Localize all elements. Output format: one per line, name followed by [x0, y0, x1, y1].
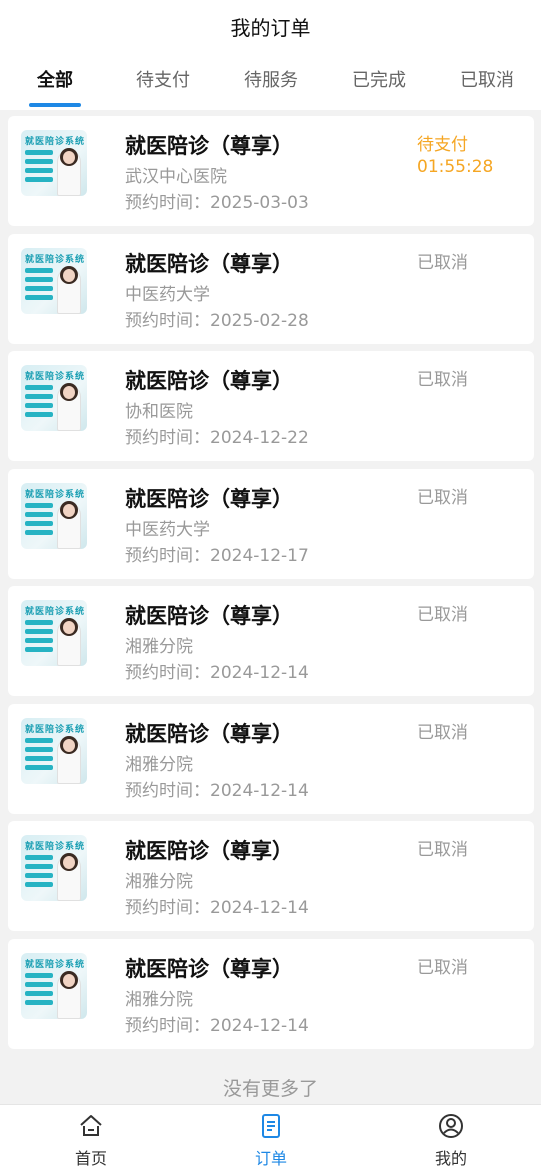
order-title: 就医陪诊（尊享） [125, 369, 293, 393]
order-appointment-time: 预约时间：2024-12-17 [125, 545, 309, 566]
order-appointment-time: 预约时间：2024-12-14 [125, 898, 309, 918]
service-thumbnail: 就医陪诊系统 [21, 482, 87, 549]
order-hospital: 湘雅分院 [125, 637, 193, 657]
tab-pending-service[interactable]: 待服务 [217, 66, 325, 92]
payment-countdown: 01:55:28 [417, 157, 494, 177]
thumbnail-caption: 就医陪诊系统 [25, 842, 86, 852]
tabbar-orders-label: 订单 [254, 1149, 287, 1168]
no-more-text: 没有更多了 [222, 1078, 318, 1100]
tab-cancelled[interactable]: 已取消 [433, 66, 541, 92]
order-status: 待支付 [417, 135, 468, 155]
service-thumbnail: 就医陪诊系统 [21, 600, 87, 666]
thumbnail-caption: 就医陪诊系统 [25, 254, 86, 265]
thumbnail-caption: 就医陪诊系统 [25, 959, 86, 970]
home-icon [80, 1115, 102, 1136]
order-title: 就医陪诊（尊享） [125, 721, 293, 746]
order-appointment-time: 预约时间：2024-12-22 [125, 428, 309, 448]
order-title: 就医陪诊（尊享） [125, 604, 293, 628]
tabbar-profile[interactable]: 我的 [391, 1105, 511, 1170]
order-status: 已取消 [417, 840, 468, 860]
order-title: 就医陪诊（尊享） [125, 251, 293, 276]
order-hospital: 协和医院 [125, 402, 193, 422]
thumbnail-caption: 就医陪诊系统 [25, 607, 86, 617]
header: 我的订单 全部 待支付 待服务 已完成 已取消 [0, 0, 541, 110]
order-appointment-time: 预约时间：2025-02-28 [125, 310, 309, 331]
order-icon [262, 1114, 280, 1138]
order-card[interactable]: 就医陪诊系统 就医陪诊（尊享） 湘雅分院 预约时间：2024-12-14 已取消 [8, 703, 534, 814]
order-hospital: 湘雅分院 [125, 989, 193, 1010]
profile-icon [439, 1114, 463, 1138]
thumbnail-caption: 就医陪诊系统 [25, 137, 86, 147]
thumbnail-caption: 就医陪诊系统 [25, 372, 86, 382]
order-card[interactable]: 就医陪诊系统 就医陪诊（尊享） 武汉中心医院 预约时间：2025-03-03 待… [8, 116, 534, 226]
service-thumbnail: 就医陪诊系统 [21, 130, 87, 196]
order-status: 已取消 [417, 252, 468, 273]
tabbar-home-label: 首页 [74, 1149, 107, 1168]
order-card[interactable]: 就医陪诊系统 就医陪诊（尊享） 协和医院 预约时间：2024-12-22 已取消 [8, 351, 534, 461]
order-status: 已取消 [417, 957, 468, 978]
order-status: 已取消 [417, 722, 468, 743]
order-list: 就医陪诊系统 就医陪诊（尊享） 武汉中心医院 预约时间：2025-03-03 待… [8, 116, 534, 1056]
order-card[interactable]: 就医陪诊系统 就医陪诊（尊享） 中医药大学 预约时间：2024-12-17 已取… [8, 468, 534, 579]
order-hospital: 湘雅分院 [125, 754, 193, 775]
order-appointment-time: 预约时间：2024-12-14 [125, 663, 309, 683]
order-status: 已取消 [417, 605, 468, 625]
thumbnail-caption: 就医陪诊系统 [25, 489, 86, 500]
order-card[interactable]: 就医陪诊系统 就医陪诊（尊享） 中医药大学 预约时间：2025-02-28 已取… [8, 233, 534, 344]
order-card[interactable]: 就医陪诊系统 就医陪诊（尊享） 湘雅分院 预约时间：2024-12-14 已取消 [8, 821, 534, 931]
tab-completed[interactable]: 已完成 [325, 66, 433, 92]
service-thumbnail: 就医陪诊系统 [21, 365, 87, 431]
tabbar-profile-label: 我的 [434, 1149, 467, 1168]
order-card[interactable]: 就医陪诊系统 就医陪诊（尊享） 湘雅分院 预约时间：2024-12-14 已取消 [8, 586, 534, 696]
order-hospital: 武汉中心医院 [125, 167, 227, 187]
active-tab-indicator [29, 103, 81, 107]
order-title: 就医陪诊（尊享） [125, 486, 293, 511]
tab-all[interactable]: 全部 [1, 66, 109, 92]
service-thumbnail: 就医陪诊系统 [21, 717, 87, 784]
order-hospital: 中医药大学 [125, 284, 210, 305]
service-thumbnail: 就医陪诊系统 [21, 247, 87, 314]
order-title: 就医陪诊（尊享） [125, 956, 293, 981]
order-hospital: 中医药大学 [125, 519, 210, 540]
order-status: 已取消 [417, 370, 468, 390]
order-appointment-time: 预约时间：2024-12-14 [125, 780, 309, 801]
order-hospital: 湘雅分院 [125, 872, 193, 892]
service-thumbnail: 就医陪诊系统 [21, 835, 87, 901]
order-card[interactable]: 就医陪诊系统 就医陪诊（尊享） 湘雅分院 预约时间：2024-12-14 已取消 [8, 938, 534, 1049]
tabbar-home[interactable]: 首页 [31, 1105, 151, 1170]
order-status: 已取消 [417, 487, 468, 508]
page-title: 我的订单 [230, 16, 311, 40]
order-title: 就医陪诊（尊享） [125, 839, 293, 863]
order-appointment-time: 预约时间：2024-12-14 [125, 1015, 309, 1036]
order-title: 就医陪诊（尊享） [125, 134, 293, 158]
order-tabs: 全部 待支付 待服务 已完成 已取消 [0, 66, 541, 110]
tab-pending-payment[interactable]: 待支付 [109, 66, 217, 92]
service-thumbnail: 就医陪诊系统 [21, 952, 87, 1019]
order-appointment-time: 预约时间：2025-03-03 [125, 193, 309, 213]
thumbnail-caption: 就医陪诊系统 [25, 724, 86, 735]
bottom-tab-bar: 首页 订单 我的 [0, 1104, 541, 1170]
tabbar-orders[interactable]: 订单 [211, 1105, 331, 1170]
